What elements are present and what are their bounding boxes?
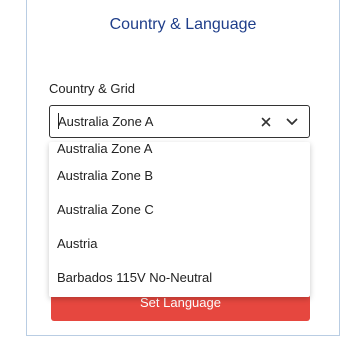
country-options-list: Australia Zone A Australia Zone B Austra… xyxy=(49,142,310,297)
text-caret xyxy=(58,113,59,129)
dialog-title: Country & Language xyxy=(109,16,257,33)
chevron-down-icon xyxy=(286,118,298,125)
option-austria[interactable]: Austria xyxy=(49,227,310,261)
country-grid-label: Country & Grid xyxy=(49,81,135,96)
option-australia-zone-c[interactable]: Australia Zone C xyxy=(49,193,310,227)
country-language-dialog: Country & Language Country & Grid Austra… xyxy=(26,0,340,336)
selected-value: Australia Zone A xyxy=(58,114,154,129)
dropdown-toggle-button[interactable] xyxy=(283,113,301,131)
country-grid-input[interactable]: Australia Zone A xyxy=(50,113,257,129)
option-australia-zone-b[interactable]: Australia Zone B xyxy=(49,159,310,193)
option-barbados-115v-no-neutral[interactable]: Barbados 115V No-Neutral xyxy=(49,261,310,295)
close-icon xyxy=(261,117,271,126)
option-australia-zone-a[interactable]: Australia Zone A xyxy=(49,142,310,159)
country-grid-select[interactable]: Australia Zone A xyxy=(49,105,310,138)
clear-selection-button[interactable] xyxy=(257,113,275,131)
